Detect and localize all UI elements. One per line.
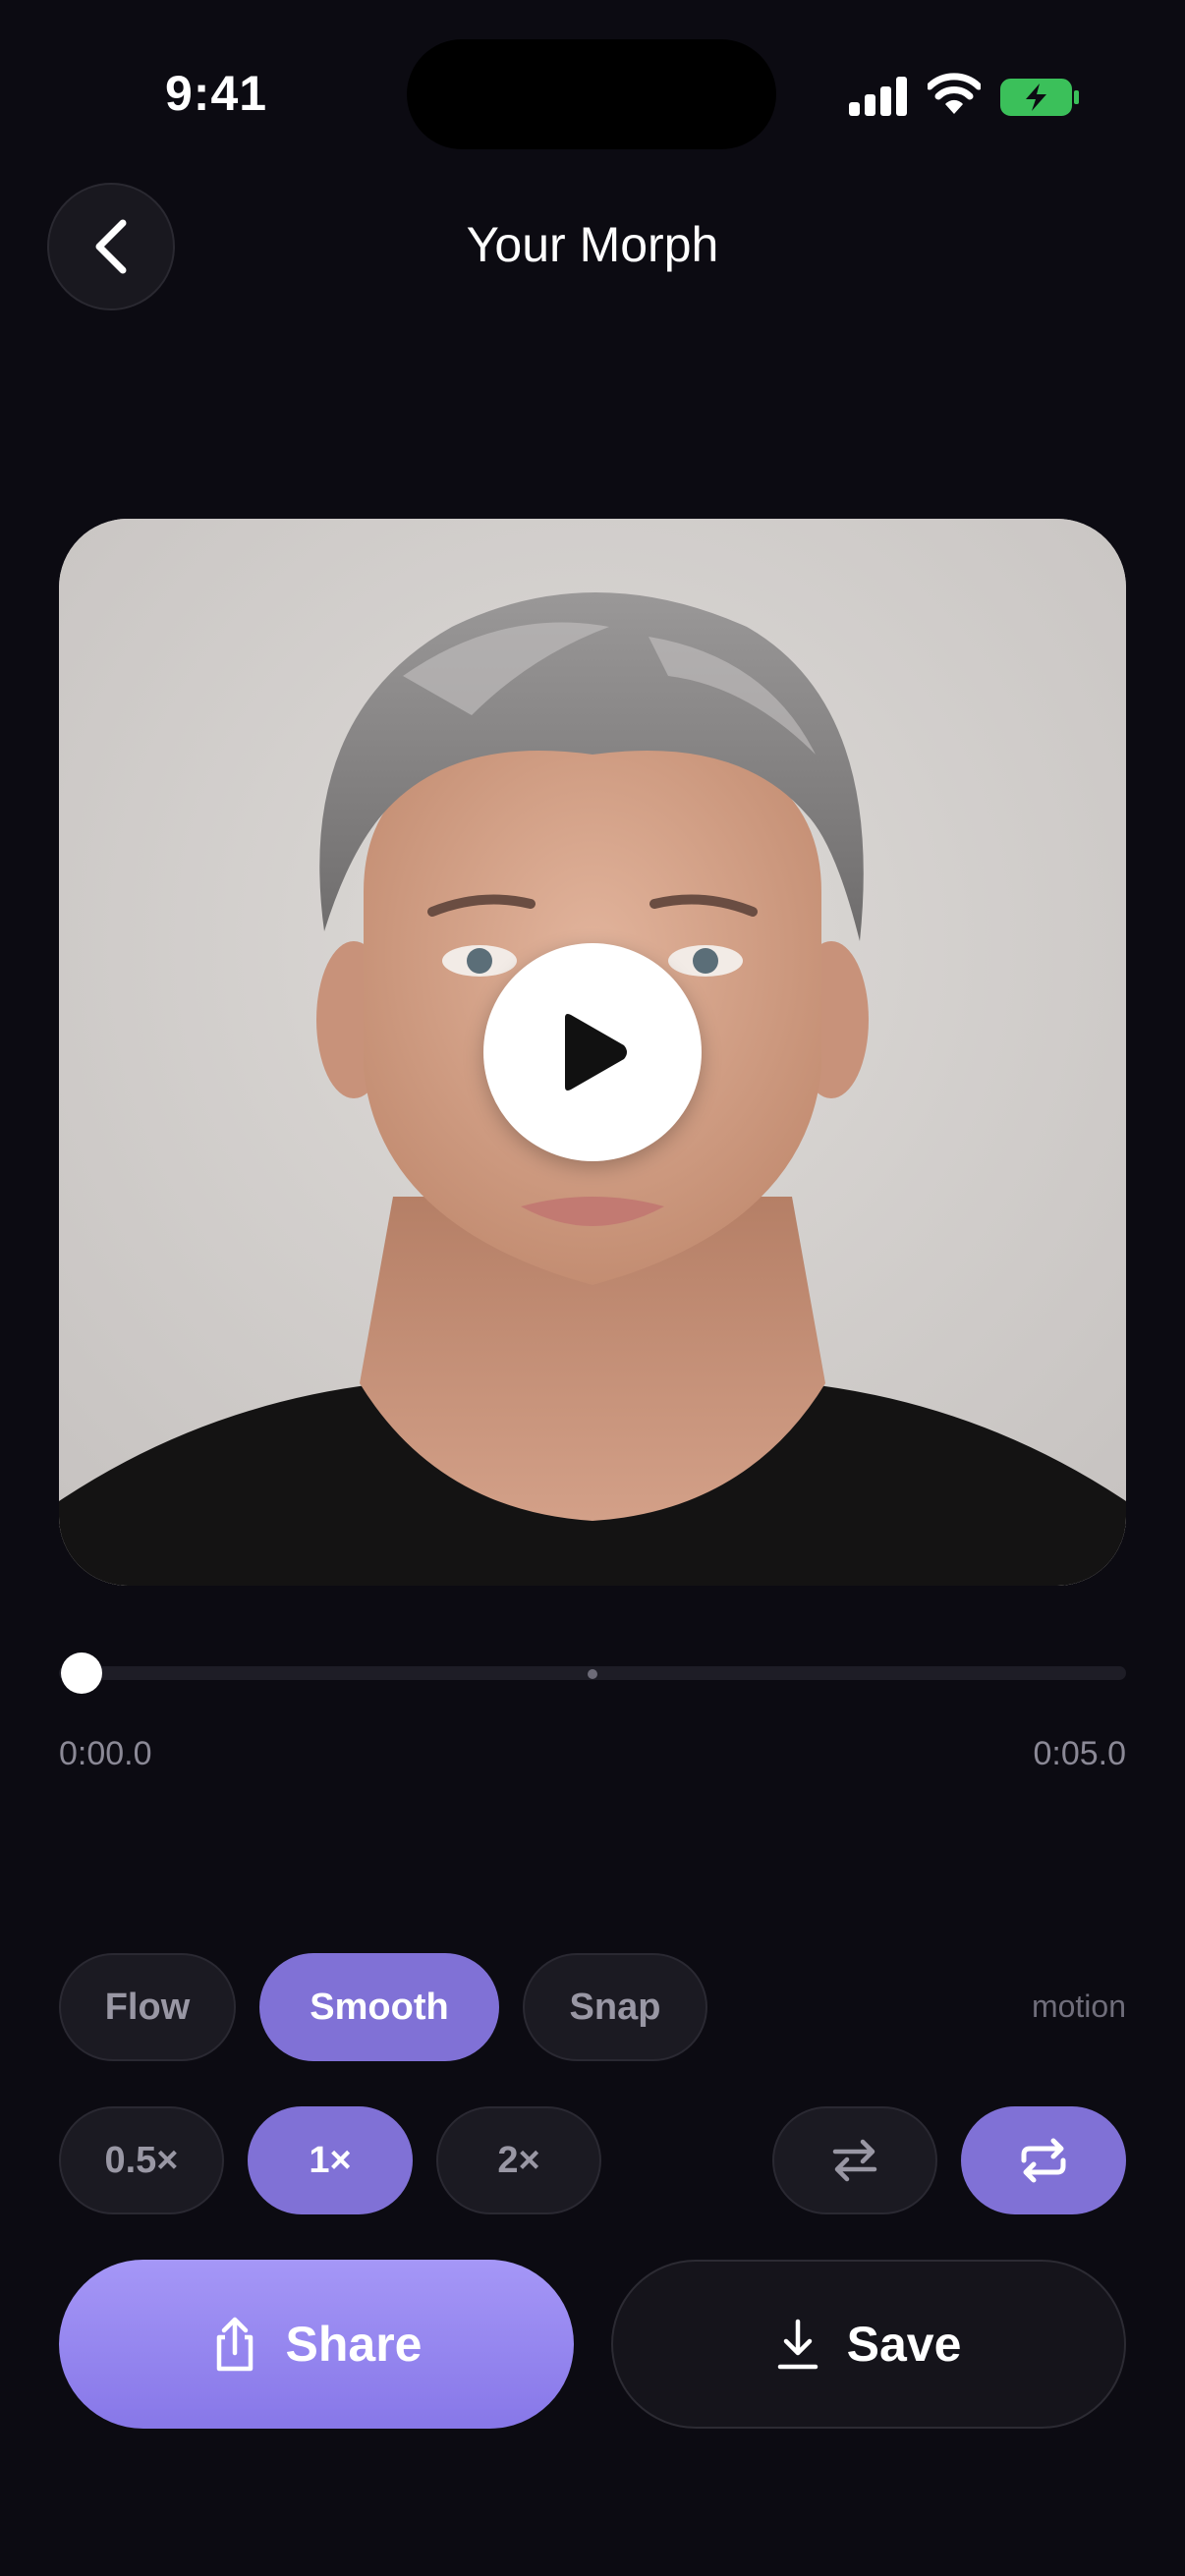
repeat-icon [1021, 2138, 1066, 2183]
speed-1x-chip[interactable]: 1× [248, 2106, 413, 2214]
battery-charging-icon [1000, 79, 1079, 116]
timeline-scrubber-thumb[interactable] [61, 1652, 102, 1694]
save-button[interactable]: Save [611, 2260, 1126, 2429]
loop-toggle-button[interactable] [961, 2106, 1126, 2214]
dynamic-island [407, 39, 776, 149]
motion-snap-chip[interactable]: Snap [523, 1953, 707, 2061]
wifi-icon [928, 73, 981, 114]
save-label: Save [846, 2317, 962, 2372]
download-icon [777, 2319, 818, 2370]
swap-arrows-icon [832, 2139, 877, 2182]
current-time: 0:00.0 [59, 1735, 152, 1772]
motion-flow-chip[interactable]: Flow [59, 1953, 236, 2061]
timeline-midpoint-marker [588, 1669, 597, 1679]
play-button[interactable] [483, 943, 702, 1161]
status-time: 9:41 [165, 66, 268, 121]
duration-time: 0:05.0 [1033, 1735, 1126, 1772]
reverse-direction-button[interactable] [772, 2106, 937, 2214]
play-icon [565, 1014, 627, 1091]
page-title: Your Morph [466, 217, 719, 272]
speed-2x-chip[interactable]: 2× [436, 2106, 601, 2214]
motion-smooth-chip[interactable]: Smooth [259, 1953, 499, 2061]
share-icon [216, 2317, 253, 2372]
speed-0-5x-chip[interactable]: 0.5× [59, 2106, 224, 2214]
share-button[interactable]: Share [59, 2260, 574, 2429]
share-label: Share [285, 2317, 423, 2372]
cellular-signal-icon [849, 77, 908, 116]
motion-label: motion [1031, 1988, 1126, 2024]
